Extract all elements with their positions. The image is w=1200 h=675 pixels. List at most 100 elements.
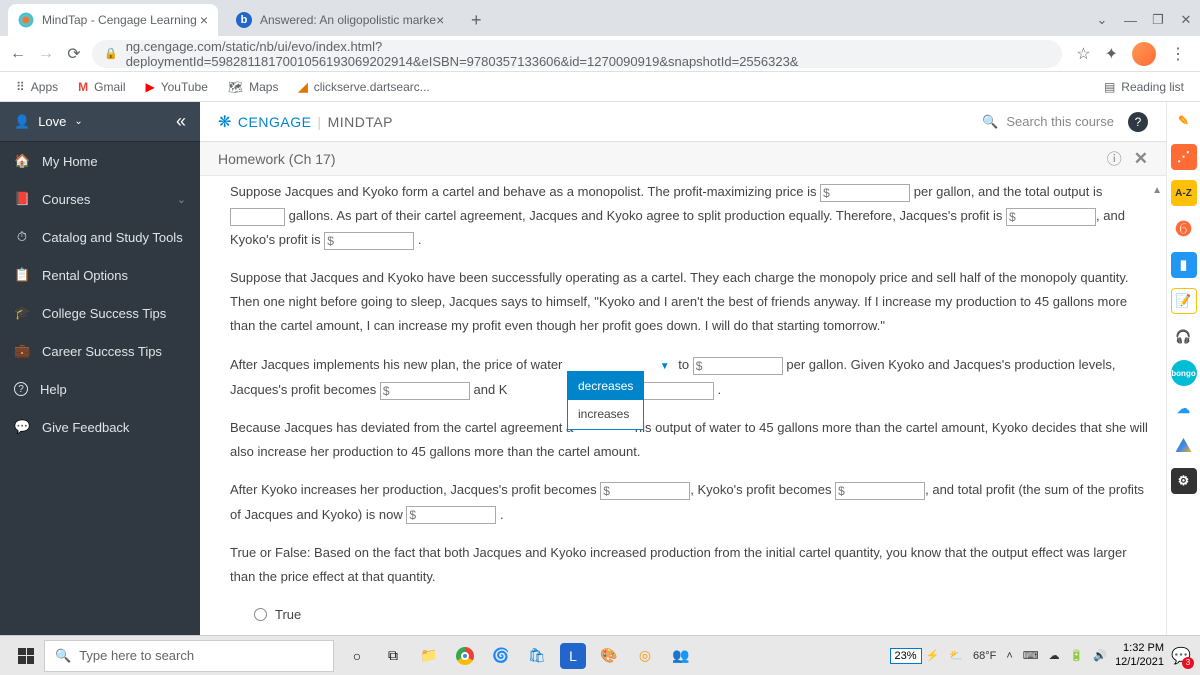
temperature[interactable]: 68°F [973,650,996,662]
weather-icon[interactable]: ⛅ [949,649,963,662]
system-clock[interactable]: 1:32 PM 12/1/2021 [1115,642,1164,668]
close-icon[interactable]: ✕ [1180,12,1192,28]
forward-icon[interactable]: → [36,44,56,64]
sidebar-item-courses[interactable]: 📕Courses⌄ [0,180,200,218]
jacques-profit2-input[interactable] [380,382,470,400]
address-bar[interactable]: 🔒 ng.cengage.com/static/nb/ui/evo/index.… [92,40,1062,68]
price-input[interactable] [820,184,910,202]
extension-icon[interactable]: ✦ [1105,44,1118,64]
sidebar-item-rental[interactable]: 📋Rental Options [0,256,200,294]
onedrive-icon[interactable]: ☁ [1049,649,1060,662]
keyboard-icon[interactable]: ⌨ [1023,649,1039,662]
price-direction-dropdown[interactable]: ____________▼ decreases increases [566,352,675,378]
highlighter-icon[interactable]: ✎ [1171,108,1197,134]
window-controls: ⌄ — ❐ ✕ [1096,4,1200,36]
user-name: Love [38,114,66,129]
tool-rail: ✎ ⋰ A-Z ➏ ▮ 📝 🎧 bongo ☁ ⚙ [1166,102,1200,674]
charging-icon: ⚡ [926,649,940,662]
total-profit-input[interactable] [406,506,496,524]
explorer-icon[interactable]: 📁 [416,643,442,669]
taskbar-search[interactable]: 🔍Type here to search [44,640,334,672]
bongo-icon[interactable]: bongo [1171,360,1197,386]
help-button[interactable]: ? [1128,112,1148,132]
app-icon[interactable]: 🎨 [596,643,622,669]
notes-icon[interactable]: 📝 [1171,288,1197,314]
info-icon[interactable]: ⓘ [1107,148,1122,169]
notebook-icon[interactable]: ▮ [1171,252,1197,278]
back-icon[interactable]: ← [8,44,28,64]
cloud-icon[interactable]: ☁ [1171,396,1197,422]
task-view-icon[interactable]: ⧉ [380,643,406,669]
browser-tab-mindtap[interactable]: MindTap - Cengage Learning × [8,4,218,36]
drive-icon[interactable] [1171,432,1197,458]
sidebar-item-feedback[interactable]: 💬Give Feedback [0,408,200,446]
battery-icon[interactable]: 🔋 [1070,649,1084,662]
user-menu[interactable]: 👤 Love ⌄ « [0,102,200,142]
windows-taskbar: 🔍Type here to search ○ ⧉ 📁 🌀 🛍 L 🎨 ◎ 👥 2… [0,635,1200,675]
scroll-up-icon[interactable]: ▲ [1152,182,1162,201]
tab-title: MindTap - Cengage Learning [42,13,197,27]
book-icon: 📕 [14,191,30,207]
star-icon[interactable]: ☆ [1076,44,1090,64]
sidebar-item-home[interactable]: 🏠My Home [0,142,200,180]
flashcards-icon[interactable]: ➏ [1171,216,1197,242]
close-icon[interactable]: × [436,12,444,28]
sidebar-item-help[interactable]: ?Help [0,370,200,408]
bookmark-gmail[interactable]: MGmail [70,76,133,98]
down-icon[interactable]: ⌄ [1096,12,1108,28]
lockdown-icon[interactable]: L [560,643,586,669]
bookmark-clickserve[interactable]: ◢clickserve.dartsearc... [290,76,437,98]
maps-icon: 🗺 [228,80,243,94]
volume-icon[interactable]: 🔊 [1093,649,1107,662]
bookmark-youtube[interactable]: ▶YouTube [138,76,216,98]
sidebar-item-college-tips[interactable]: 🎓College Success Tips [0,294,200,332]
profile-avatar[interactable] [1132,42,1156,66]
rss-icon[interactable]: ⋰ [1171,144,1197,170]
new-tab-button[interactable]: + [462,6,490,34]
teams-icon[interactable]: 👥 [668,643,694,669]
kyoko-profit-input[interactable] [324,232,414,250]
menu-icon[interactable]: ⋮ [1170,44,1186,64]
sidebar-item-catalog[interactable]: ⏱Catalog and Study Tools [0,218,200,256]
dropdown-option-decreases[interactable]: decreases [568,372,643,400]
new-price-input[interactable] [693,357,783,375]
collapse-sidebar-icon[interactable]: « [176,111,186,132]
bookmark-maps[interactable]: 🗺Maps [220,76,287,98]
app-icon2[interactable]: ◎ [632,643,658,669]
lock-icon: 🔒 [104,47,118,60]
glossary-icon[interactable]: A-Z [1171,180,1197,206]
close-icon[interactable]: ✕ [1134,149,1148,169]
apps-button[interactable]: ⠿Apps [8,76,66,98]
start-button[interactable] [8,640,44,672]
close-icon[interactable]: × [200,12,208,28]
search-course[interactable]: 🔍 Search this course [982,114,1114,130]
app-sidebar: 👤 Love ⌄ « 🏠My Home 📕Courses⌄ ⏱Catalog a… [0,102,200,674]
output-input[interactable] [230,208,285,226]
brand-logo[interactable]: ❋ CENGAGE | MINDTAP [218,112,393,132]
reading-list-button[interactable]: ▤Reading list [1096,76,1192,98]
jacques-profit-input[interactable] [1006,208,1096,226]
radio-true[interactable]: True [254,603,1148,627]
dropdown-option-increases[interactable]: increases [568,400,643,428]
store-icon[interactable]: 🛍 [524,643,550,669]
sidebar-item-career-tips[interactable]: 💼Career Success Tips [0,332,200,370]
reload-icon[interactable]: ⟳ [64,44,84,64]
battery-indicator[interactable]: 23% [890,648,922,664]
chevron-down-icon: ⌄ [177,193,186,206]
read-icon[interactable]: 🎧 [1171,324,1197,350]
jacques-profit3-input[interactable] [600,482,690,500]
kyoko-profit3-input[interactable] [835,482,925,500]
graduation-icon: 🎓 [14,305,30,321]
edge-icon[interactable]: 🌀 [488,643,514,669]
cortana-icon[interactable]: ○ [344,643,370,669]
notifications-button[interactable]: 💬3 [1170,645,1192,667]
tray-chevron-icon[interactable]: ˄ [1006,650,1012,662]
briefcase-icon: 💼 [14,343,30,359]
browser-toolbar: ← → ⟳ 🔒 ng.cengage.com/static/nb/ui/evo/… [0,36,1200,72]
settings-icon[interactable]: ⚙ [1171,468,1197,494]
chrome-icon[interactable] [452,643,478,669]
browser-tab-bartleby[interactable]: b Answered: An oligopolistic marke × [226,4,454,36]
restore-icon[interactable]: ❐ [1152,12,1164,28]
minimize-icon[interactable]: — [1124,13,1136,28]
browser-tabstrip: MindTap - Cengage Learning × b Answered:… [0,0,1200,36]
